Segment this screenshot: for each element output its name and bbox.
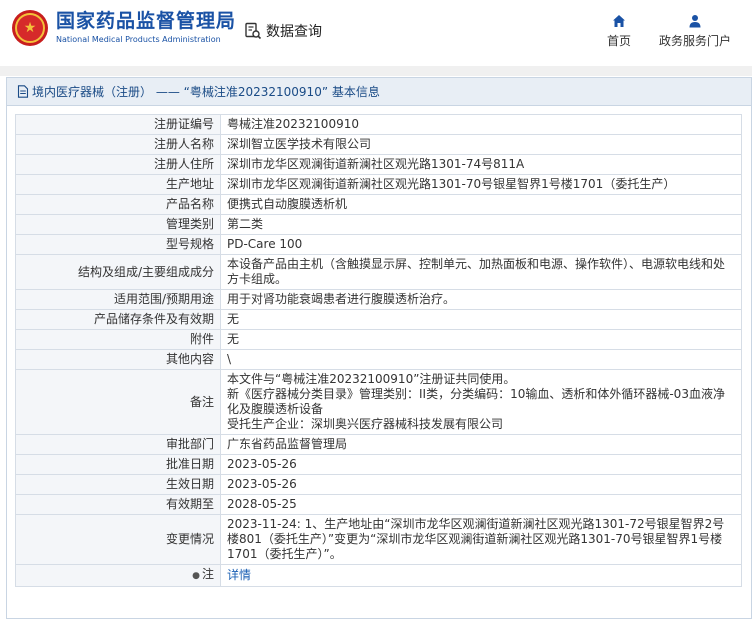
field-value: 无 xyxy=(220,329,742,350)
nav-service-portal-label: 政务服务门户 xyxy=(658,34,731,48)
field-value: 2028-05-25 xyxy=(220,494,742,515)
table-row: 审批部门 广东省药品监督管理局 xyxy=(15,434,742,455)
table-row: 产品名称 便携式自动腹膜透析机 xyxy=(15,194,742,215)
table-row: 注册人名称 深圳智立医学技术有限公司 xyxy=(15,134,742,155)
field-value: 深圳市龙华区观澜街道新澜社区观光路1301-74号811A xyxy=(220,154,742,175)
field-value: \ xyxy=(220,349,742,370)
field-value: 2023-05-26 xyxy=(220,454,742,475)
nav-service-portal[interactable]: 政务服务门户 xyxy=(656,14,734,49)
field-value: 深圳智立医学技术有限公司 xyxy=(220,134,742,155)
table-row: 注册证编号 粤械注准20232100910 xyxy=(15,114,742,135)
field-value: 第二类 xyxy=(220,214,742,235)
field-value: 用于对肾功能衰竭患者进行腹膜透析治疗。 xyxy=(220,289,742,310)
field-label: 变更情况 xyxy=(15,514,221,565)
panel-title-text: 境内医疗器械（注册） —— “粤械注准20232100910” 基本信息 xyxy=(32,85,380,99)
field-label: 注册人名称 xyxy=(15,134,221,155)
table-row: 型号规格 PD-Care 100 xyxy=(15,234,742,255)
note-row: ● 注详情 xyxy=(15,564,742,587)
emblem-icon: ★ xyxy=(12,10,48,46)
detail-link[interactable]: 详情 xyxy=(227,568,251,582)
search-document-icon xyxy=(245,22,262,40)
field-label: 结构及组成/主要组成成分 xyxy=(15,254,221,290)
home-icon xyxy=(613,15,625,27)
field-value: 粤械注准20232100910 xyxy=(220,114,742,135)
nav-home-label: 首页 xyxy=(606,34,631,48)
table-row: 适用范围/预期用途 用于对肾功能衰竭患者进行腹膜透析治疗。 xyxy=(15,289,742,310)
registration-info-table: 注册证编号 粤械注准20232100910 注册人名称 深圳智立医学技术有限公司 注册人… xyxy=(15,114,742,587)
field-label: 备注 xyxy=(15,369,221,435)
table-row: 变更情况 2023-11-24: 1、生产地址由“深圳市龙华区观澜街道新澜社区观光… xyxy=(15,514,742,565)
panel-title: 境内医疗器械（注册） —— “粤械注准20232100910” 基本信息 xyxy=(7,78,751,106)
note-label-cell: ● 注 xyxy=(15,564,221,587)
field-label: 有效期至 xyxy=(15,494,221,515)
nav-home[interactable]: 首页 xyxy=(604,14,634,49)
field-value: 无 xyxy=(220,309,742,330)
lightbulb-icon: ● xyxy=(192,571,200,581)
field-value: 本文件与“粤械注准20232100910”注册证共同使用。 新《医疗器械分类目录… xyxy=(220,369,742,435)
field-value: 2023-05-26 xyxy=(220,474,742,495)
field-value: PD-Care 100 xyxy=(220,234,742,255)
data-query-title: 数据查询 xyxy=(244,21,322,41)
logo-title-cn: 国家药品监督管理局 xyxy=(56,10,237,32)
field-label: 附件 xyxy=(15,329,221,350)
logo-title-en: National Medical Products Administration xyxy=(56,35,221,44)
field-label: 管理类别 xyxy=(15,214,221,235)
field-value: 2023-11-24: 1、生产地址由“深圳市龙华区观澜街道新澜社区观光路130… xyxy=(220,514,742,565)
site-logo[interactable]: ★ 国家药品监督管理局 National Medical Products Ad… xyxy=(12,10,236,46)
note-label: 注 xyxy=(201,567,214,581)
table-row: 备注 本文件与“粤械注准20232100910”注册证共同使用。 新《医疗器械分类… xyxy=(15,369,742,435)
field-label: 其他内容 xyxy=(15,349,221,370)
field-label: 注册人住所 xyxy=(15,154,221,175)
note-value-cell: 详情 xyxy=(220,564,742,587)
table-row: 结构及组成/主要组成成分 本设备产品由主机（含触摸显示屏、控制单元、加热面板和电源… xyxy=(15,254,742,290)
table-row: 有效期至 2028-05-25 xyxy=(15,494,742,515)
table-row: 生产地址 深圳市龙华区观澜街道新澜社区观光路1301-70号银星智界1号楼1701… xyxy=(15,174,742,195)
site-header: ★ 国家药品监督管理局 National Medical Products Ad… xyxy=(0,0,752,66)
data-query-label: 数据查询 xyxy=(266,24,322,40)
table-row: 批准日期 2023-05-26 xyxy=(15,454,742,475)
table-row: 产品储存条件及有效期无 xyxy=(15,309,742,330)
field-label: 批准日期 xyxy=(15,454,221,475)
user-icon xyxy=(689,15,701,28)
field-label: 注册证编号 xyxy=(15,114,221,135)
field-value: 本设备产品由主机（含触摸显示屏、控制单元、加热面板和电源、操作软件）、电源软电线… xyxy=(220,254,742,290)
field-label: 型号规格 xyxy=(15,234,221,255)
field-value: 便携式自动腹膜透析机 xyxy=(220,194,742,215)
table-row: 管理类别 第二类 xyxy=(15,214,742,235)
field-label: 产品名称 xyxy=(15,194,221,215)
field-label: 生产地址 xyxy=(15,174,221,195)
header-divider xyxy=(0,66,752,76)
document-icon xyxy=(17,85,29,98)
field-label: 生效日期 xyxy=(15,474,221,495)
table-row: 注册人住所 深圳市龙华区观澜街道新澜社区观光路1301-74号811A xyxy=(15,154,742,175)
field-label: 适用范围/预期用途 xyxy=(15,289,221,310)
field-value: 深圳市龙华区观澜街道新澜社区观光路1301-70号银星智界1号楼1701（委托生… xyxy=(220,174,742,195)
field-value: 广东省药品监督管理局 xyxy=(220,434,742,455)
table-row: 其他内容 \ xyxy=(15,349,742,370)
table-row: 生效日期 2023-05-26 xyxy=(15,474,742,495)
detail-panel: 境内医疗器械（注册） —— “粤械注准20232100910” 基本信息 注册证… xyxy=(6,77,752,619)
field-label: 审批部门 xyxy=(15,434,221,455)
table-row: 附件无 xyxy=(15,329,742,350)
field-label: 产品储存条件及有效期 xyxy=(15,309,221,330)
